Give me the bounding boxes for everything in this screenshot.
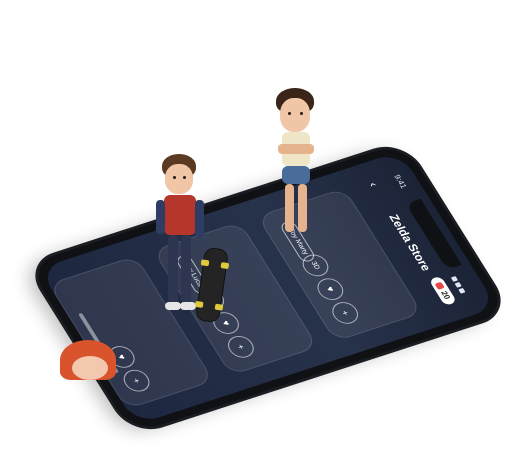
figurine-shoe — [165, 302, 181, 310]
figurine-leg — [285, 184, 294, 232]
figurine-redhead-face — [72, 356, 108, 380]
figurine-arm — [195, 200, 204, 238]
skateboard-wheel — [200, 259, 210, 267]
figurine-head — [165, 164, 193, 194]
status-time: 9:41 — [391, 173, 409, 190]
cart-count: 20 — [438, 290, 453, 301]
figurine-boy — [268, 86, 338, 241]
figurine-leg — [298, 184, 307, 232]
figurine-head — [280, 98, 310, 132]
figurine-shorts — [282, 166, 310, 184]
figurine-arm — [156, 200, 165, 234]
figurine-eye — [183, 176, 186, 179]
illustration-stage: 9:41 ‹ Zelda Store 20 Toy Marty 3D ♥ + T… — [0, 0, 524, 452]
heart-icon[interactable]: ♥ — [312, 275, 348, 303]
figurine-eye — [300, 112, 303, 115]
figurine-crossed-arms — [278, 144, 314, 154]
skateboard-wheel — [214, 303, 224, 311]
plus-icon[interactable]: + — [119, 366, 155, 395]
cart-icon — [434, 281, 445, 290]
wifi-icon — [454, 281, 462, 288]
plus-icon[interactable]: + — [223, 332, 259, 361]
figurine-shoe — [180, 302, 196, 310]
skateboard-wheel — [194, 300, 204, 308]
skateboard-wheel — [220, 262, 230, 270]
figurine-vest — [164, 195, 196, 235]
plus-icon[interactable]: + — [327, 299, 363, 327]
signal-icon — [450, 276, 459, 282]
figurine-eye — [288, 112, 291, 115]
battery-icon — [458, 287, 466, 294]
figurine-leg — [181, 235, 191, 303]
figurine-eye — [173, 176, 176, 179]
figurine-leg — [168, 235, 178, 303]
chevron-left-icon[interactable]: ‹ — [366, 181, 381, 189]
status-icons — [450, 272, 475, 296]
